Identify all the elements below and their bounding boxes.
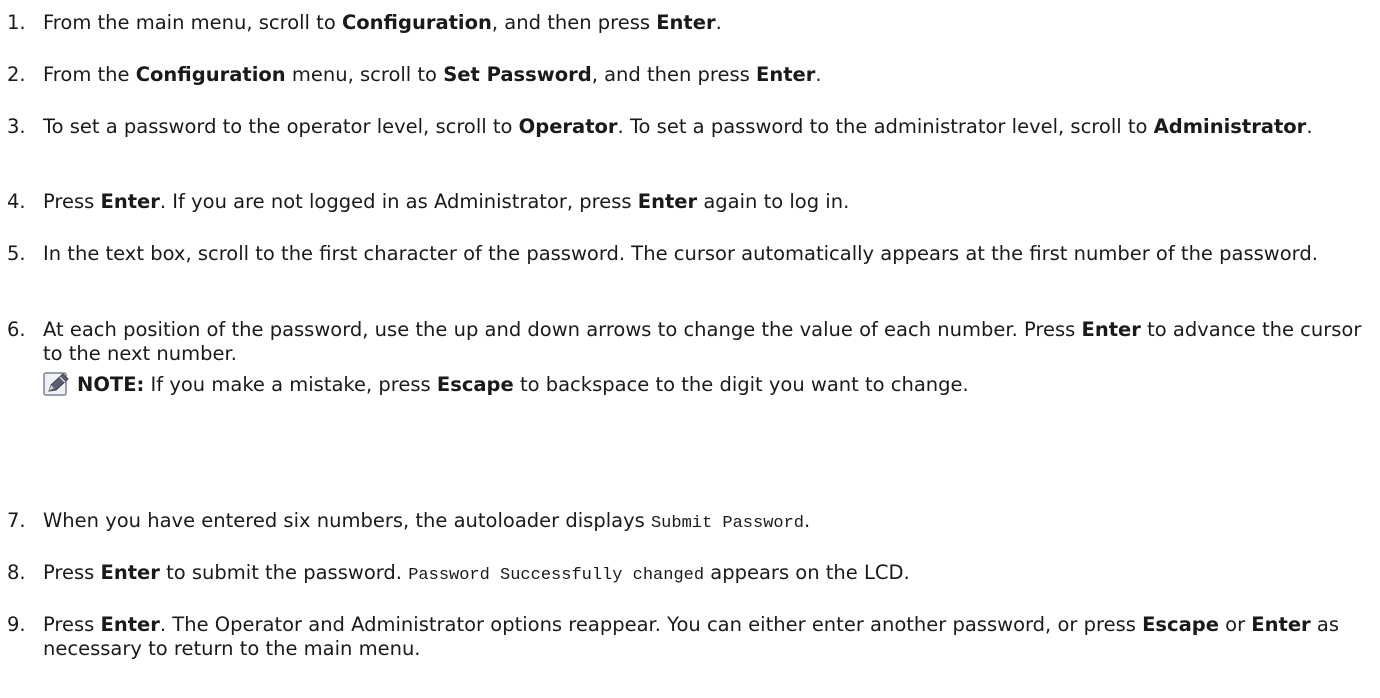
list-item: 8. Press Enter to submit the password. P… (0, 561, 1375, 588)
step-number: 7. (7, 509, 26, 532)
list-item: 6. At each position of the password, use… (0, 318, 1375, 366)
list-item: 1. From the main menu, scroll to Configu… (0, 11, 1375, 35)
note-text: If you make a mistake, press Escape to b… (144, 373, 969, 396)
step-text: From the main menu, scroll to Configurat… (43, 11, 722, 34)
step-text: Press Enter. The Operator and Administra… (43, 613, 1339, 660)
step-number: 4. (7, 190, 26, 213)
step-number: 8. (7, 561, 26, 584)
note-callout: NOTE: If you make a mistake, press Escap… (43, 372, 1373, 397)
step-text: When you have entered six numbers, the a… (43, 509, 811, 533)
list-item: 7. When you have entered six numbers, th… (0, 509, 1375, 536)
list-item: 2. From the Configuration menu, scroll t… (0, 63, 1375, 87)
step-number: 5. (7, 242, 26, 265)
lcd-message: Password Successfully changed (408, 566, 705, 585)
step-text: From the Configuration menu, scroll to S… (43, 63, 822, 86)
list-item: 5. In the text box, scroll to the first … (0, 242, 1375, 266)
step-text: In the text box, scroll to the first cha… (43, 242, 1318, 265)
step-number: 6. (7, 318, 26, 341)
step-text: To set a password to the operator level,… (43, 115, 1313, 138)
list-item: 9. Press Enter. The Operator and Adminis… (0, 613, 1375, 661)
step-number: 1. (7, 11, 26, 34)
step-text: Press Enter to submit the password. Pass… (43, 561, 910, 585)
list-item: 4. Press Enter. If you are not logged in… (0, 190, 1375, 214)
step-number: 3. (7, 115, 26, 138)
step-text: Press Enter. If you are not logged in as… (43, 190, 850, 213)
note-label: NOTE: (77, 373, 145, 396)
note-pencil-icon (43, 372, 71, 396)
list-item: 3. To set a password to the operator lev… (0, 115, 1375, 139)
step-number: 9. (7, 613, 26, 636)
step-text: At each position of the password, use th… (43, 318, 1362, 365)
step-number: 2. (7, 63, 26, 86)
lcd-message: Submit Password (650, 514, 805, 533)
